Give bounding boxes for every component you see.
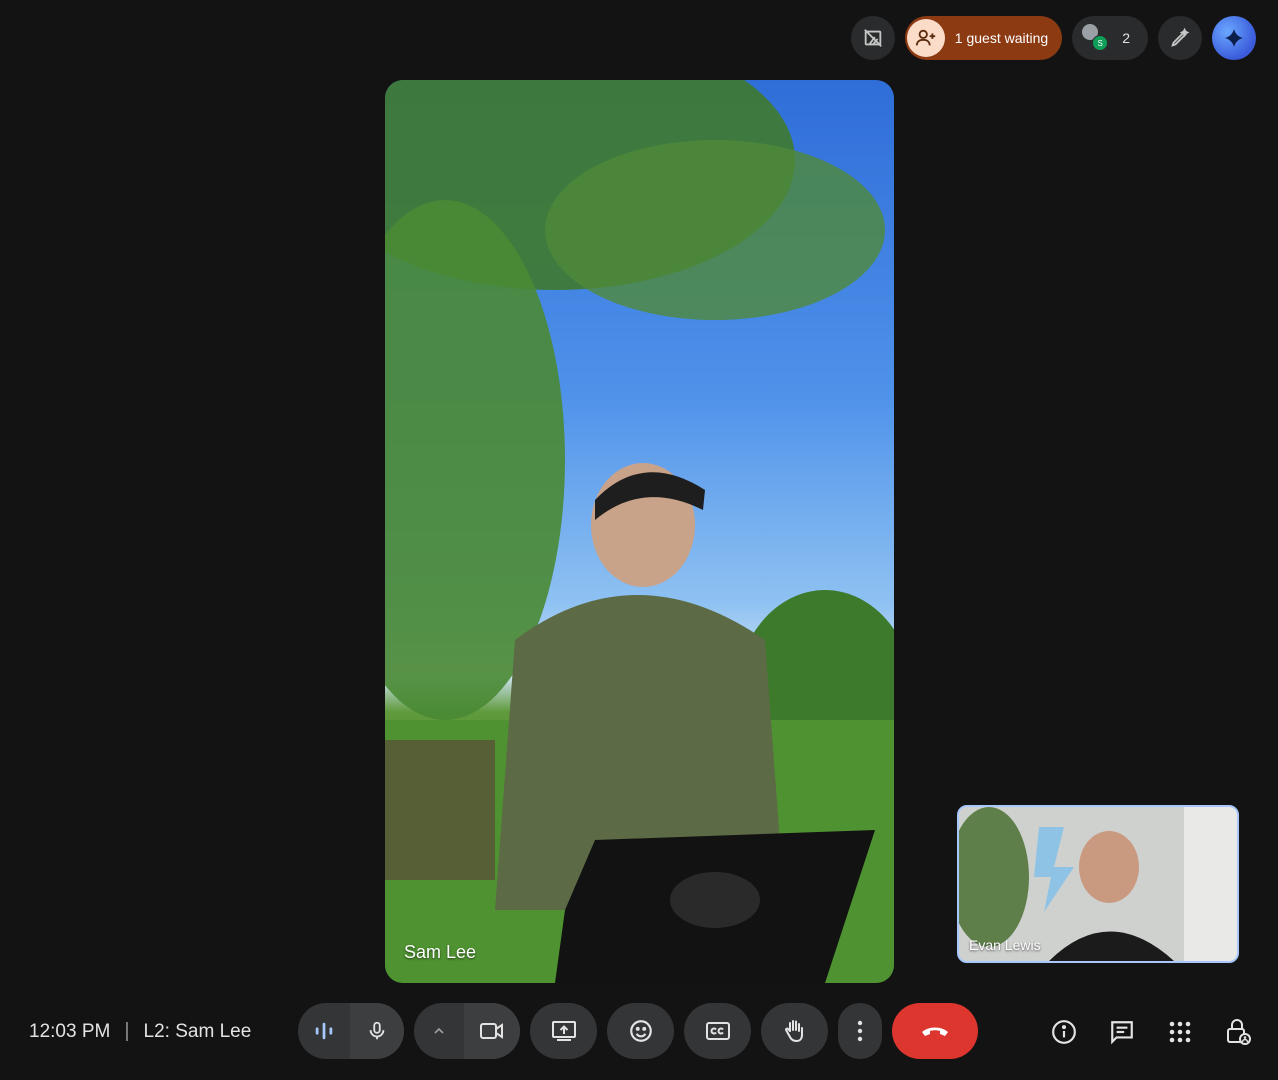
microphone-control-group (298, 1003, 404, 1059)
camera-icon (480, 1023, 503, 1039)
chevron-up-icon (434, 1027, 444, 1034)
info-icon (1052, 1020, 1076, 1044)
guest-waiting-button[interactable]: 1 guest waiting (904, 16, 1063, 60)
captions-button[interactable] (684, 1003, 751, 1059)
clock: 12:03 PM (29, 1020, 111, 1042)
captions-icon (705, 1022, 730, 1040)
microphone-button[interactable] (350, 1003, 404, 1059)
reactions-button[interactable] (607, 1003, 674, 1059)
audio-level-button[interactable] (298, 1003, 350, 1059)
microphone-icon (369, 1021, 385, 1040)
participant-count: 2 (1122, 30, 1130, 46)
meeting-title: L2: Sam Lee (143, 1020, 252, 1042)
edit-sparkle-icon (1171, 27, 1190, 47)
more-vert-icon (857, 1020, 863, 1042)
avatar-icon: S (1080, 24, 1109, 52)
chat-icon (1111, 1021, 1133, 1045)
guest-waiting-label: 1 guest waiting (954, 30, 1049, 46)
self-view-video[interactable]: Evan Lewis (957, 805, 1239, 963)
take-notes-button[interactable] (1158, 16, 1202, 60)
people-button[interactable]: S 2 (1072, 16, 1148, 60)
camera-button[interactable] (464, 1003, 520, 1059)
avatar-badge: S (1092, 35, 1109, 51)
present-screen-icon (551, 1021, 576, 1041)
gemini-icon (1224, 28, 1244, 48)
chat-button[interactable] (1100, 1010, 1144, 1054)
no-background-icon (863, 29, 882, 47)
emoji-icon (629, 1020, 652, 1042)
leave-call-button[interactable] (892, 1003, 978, 1059)
audio-level-icon (315, 1022, 333, 1040)
activities-button[interactable] (1158, 1010, 1202, 1054)
side-panel-controls (1042, 1010, 1260, 1054)
call-controls (298, 1003, 978, 1059)
apps-icon (1169, 1021, 1191, 1043)
main-participant-video[interactable]: Sam Lee (385, 80, 894, 983)
self-participant-name: Evan Lewis (969, 937, 1041, 953)
camera-control-group (414, 1003, 520, 1059)
main-participant-name: Sam Lee (404, 942, 477, 962)
host-controls-button[interactable] (1216, 1010, 1260, 1054)
meeting-info: 12:03 PM | L2: Sam Lee (29, 1020, 251, 1043)
camera-options-button[interactable] (414, 1003, 464, 1059)
raise-hand-button[interactable] (761, 1003, 828, 1059)
more-options-button[interactable] (838, 1003, 882, 1059)
video-scene (385, 80, 894, 983)
gemini-button[interactable] (1212, 16, 1256, 60)
background-effects-button[interactable] (850, 16, 895, 60)
present-screen-button[interactable] (530, 1003, 597, 1059)
add-person-icon (906, 19, 945, 57)
meeting-details-button[interactable] (1042, 1010, 1086, 1054)
top-bar: 1 guest waiting S 2 (850, 16, 1256, 60)
host-controls-icon (1227, 1019, 1251, 1045)
hang-up-icon (922, 1027, 948, 1036)
info-separator: | (124, 1020, 130, 1042)
raise-hand-icon (784, 1020, 803, 1043)
